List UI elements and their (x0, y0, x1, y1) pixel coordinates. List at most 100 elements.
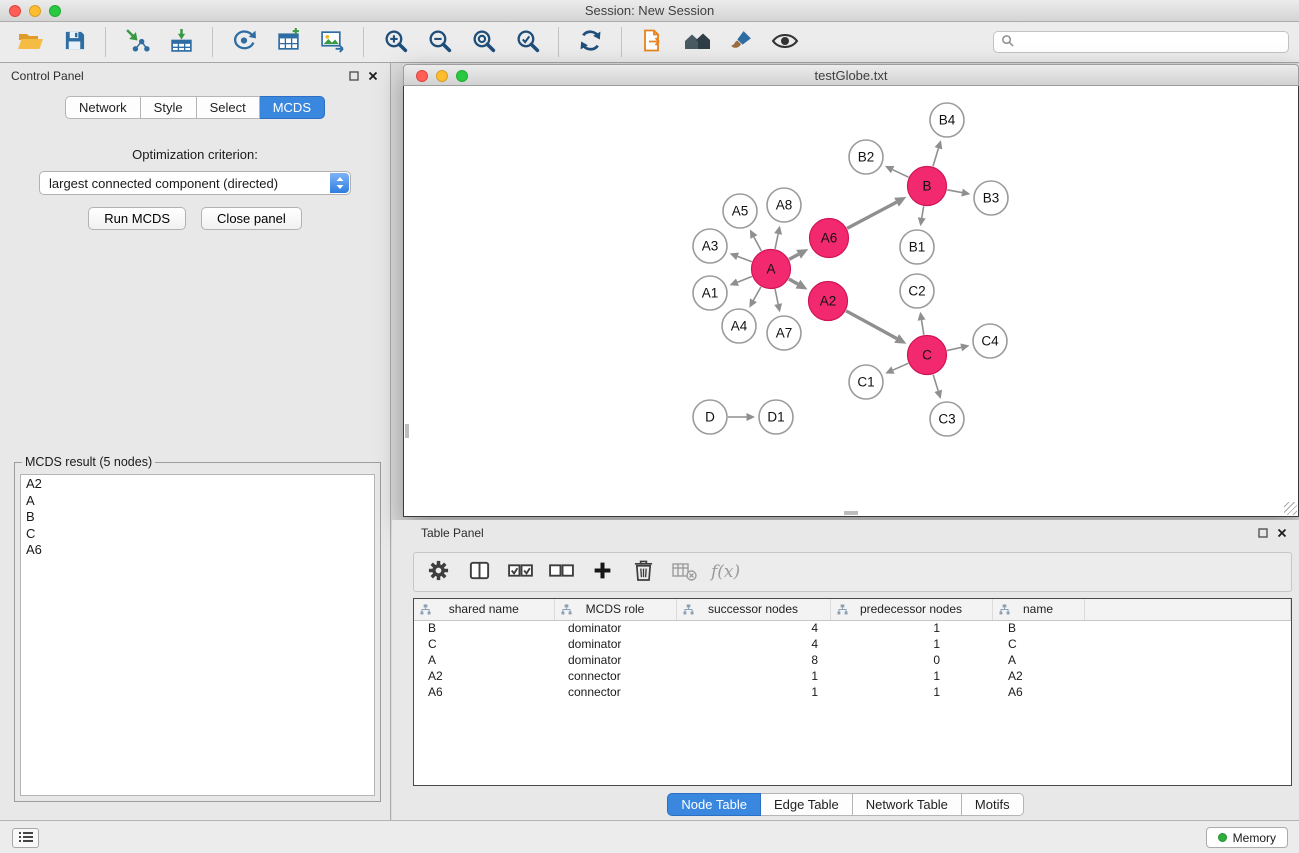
table-settings-button[interactable] (424, 557, 452, 587)
tab-select[interactable]: Select (197, 96, 260, 119)
table-cell[interactable]: A6 (992, 684, 1084, 700)
graph-edge[interactable] (846, 311, 906, 344)
table-cell[interactable]: C (414, 636, 554, 652)
close-panel-icon[interactable] (368, 71, 378, 81)
graph-edge[interactable] (774, 289, 782, 312)
memory-button[interactable]: Memory (1206, 827, 1288, 848)
zoom-in-button[interactable] (375, 25, 415, 59)
graph-node-B2[interactable]: B2 (849, 140, 883, 174)
resize-grip[interactable] (1284, 502, 1297, 515)
graph-edge[interactable] (933, 140, 942, 166)
graph-node-A7[interactable]: A7 (767, 316, 801, 350)
search-input[interactable] (1019, 35, 1281, 49)
function-builder-button[interactable]: f(x) (711, 557, 740, 587)
float-panel-icon[interactable] (349, 71, 359, 81)
export-image-button[interactable] (312, 25, 352, 59)
graph-node-C3[interactable]: C3 (930, 402, 964, 436)
deselect-all-button[interactable] (547, 557, 575, 587)
graph-edge[interactable] (789, 249, 808, 259)
column-header-predecessor-nodes[interactable]: predecessor nodes (830, 599, 992, 620)
tab-style[interactable]: Style (141, 96, 197, 119)
graph-edge[interactable] (730, 277, 752, 286)
table-cell[interactable]: A (992, 652, 1084, 668)
graph-node-D1[interactable]: D1 (759, 400, 793, 434)
column-header-successor-nodes[interactable]: successor nodes (676, 599, 830, 620)
table-cell[interactable]: 4 (676, 636, 830, 652)
column-header-name[interactable]: name (992, 599, 1084, 620)
table-cell[interactable]: 0 (830, 652, 992, 668)
close-panel-icon[interactable] (1277, 528, 1287, 538)
show-all-networks-button[interactable] (677, 25, 717, 59)
network-zoom-button[interactable] (456, 70, 468, 82)
table-row[interactable]: Adominator80A (414, 652, 1291, 668)
tab-node-table[interactable]: Node Table (667, 793, 761, 816)
new-network-button[interactable] (224, 25, 264, 59)
mcds-result-item[interactable]: B (21, 509, 374, 526)
delete-column-button[interactable] (629, 557, 657, 587)
delete-table-button[interactable] (670, 557, 698, 587)
search-box[interactable] (993, 31, 1289, 53)
table-cell[interactable]: 4 (676, 620, 830, 636)
graph-edge[interactable] (750, 230, 761, 251)
graph-node-C2[interactable]: C2 (900, 274, 934, 308)
mcds-result-item[interactable]: A (21, 493, 374, 510)
task-history-button[interactable] (12, 828, 39, 848)
graph-edge[interactable] (847, 197, 906, 228)
tab-network[interactable]: Network (65, 96, 141, 119)
table-cell[interactable]: B (414, 620, 554, 636)
graph-node-A4[interactable]: A4 (722, 309, 756, 343)
table-cell[interactable]: 1 (830, 668, 992, 684)
column-header-mcds-role[interactable]: MCDS role (554, 599, 676, 620)
graph-edge[interactable] (918, 206, 926, 226)
add-column-button[interactable] (588, 557, 616, 587)
table-cell[interactable]: A (414, 652, 554, 668)
import-table-file-button[interactable] (161, 25, 201, 59)
refresh-button[interactable] (570, 25, 610, 59)
graph-edge[interactable] (947, 343, 969, 351)
graph-node-B[interactable]: B (908, 167, 947, 206)
tab-edge-table[interactable]: Edge Table (761, 793, 853, 816)
graph-node-B3[interactable]: B3 (974, 181, 1008, 215)
tab-motifs[interactable]: Motifs (962, 793, 1024, 816)
tab-network-table[interactable]: Network Table (853, 793, 962, 816)
float-panel-icon[interactable] (1258, 528, 1268, 538)
table-cell[interactable]: 8 (676, 652, 830, 668)
table-cell[interactable]: A2 (414, 668, 554, 684)
table-cell[interactable]: 1 (676, 684, 830, 700)
table-row[interactable]: A2connector11A2 (414, 668, 1291, 684)
table-cell[interactable]: A6 (414, 684, 554, 700)
table-cell[interactable]: dominator (554, 652, 676, 668)
graph-edge[interactable] (947, 189, 970, 197)
run-mcds-button[interactable]: Run MCDS (88, 207, 186, 230)
mcds-result-item[interactable]: A6 (21, 542, 374, 559)
zoom-fit-button[interactable] (463, 25, 503, 59)
column-header-shared-name[interactable]: shared name (414, 599, 554, 620)
graph-edge[interactable] (789, 279, 808, 289)
table-cell[interactable]: 1 (830, 636, 992, 652)
graph-node-C4[interactable]: C4 (973, 324, 1007, 358)
zoom-out-button[interactable] (419, 25, 459, 59)
graph-node-C[interactable]: C (908, 336, 947, 375)
graph-edge[interactable] (730, 253, 752, 262)
zoom-window-button[interactable] (49, 5, 61, 17)
graph-node-B4[interactable]: B4 (930, 103, 964, 137)
open-panel-button[interactable] (633, 25, 673, 59)
open-session-button[interactable] (10, 25, 50, 59)
table-cell[interactable]: 1 (676, 668, 830, 684)
graph-node-A5[interactable]: A5 (723, 194, 757, 228)
network-close-button[interactable] (416, 70, 428, 82)
graph-node-A3[interactable]: A3 (693, 229, 727, 263)
table-row[interactable]: Bdominator41B (414, 620, 1291, 636)
import-network-file-button[interactable] (117, 25, 157, 59)
save-session-button[interactable] (54, 25, 94, 59)
graph-node-A1[interactable]: A1 (693, 276, 727, 310)
graph-edge[interactable] (885, 166, 909, 177)
network-canvas[interactable]: B4B2BB3A5A8A6A3AB1A1C2A2A4A7C4CC1DD1C3 (403, 86, 1299, 517)
mcds-result-item[interactable]: A2 (21, 476, 374, 493)
table-cell[interactable]: C (992, 636, 1084, 652)
graph-edge[interactable] (749, 287, 761, 308)
horizontal-scroll-nub[interactable] (844, 511, 858, 515)
network-graph-svg[interactable]: B4B2BB3A5A8A6A3AB1A1C2A2A4A7C4CC1DD1C3 (404, 86, 1298, 516)
table-cell[interactable]: 1 (830, 684, 992, 700)
table-row[interactable]: Cdominator41C (414, 636, 1291, 652)
